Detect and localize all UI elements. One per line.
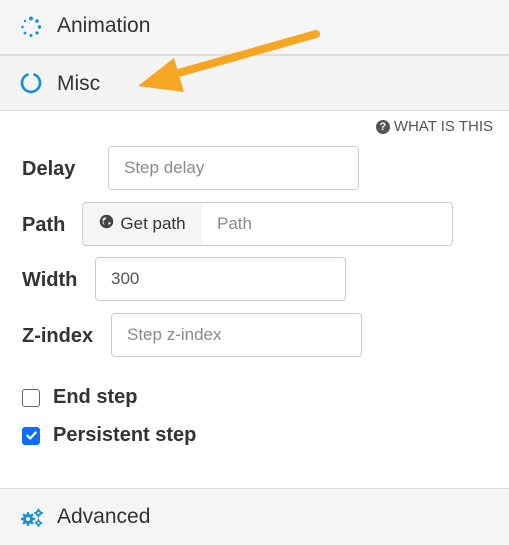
globe-icon xyxy=(99,214,114,234)
end-step-checkbox[interactable] xyxy=(22,388,40,407)
delay-label: Delay xyxy=(22,158,76,180)
get-path-button[interactable]: Get path xyxy=(82,202,203,246)
path-input[interactable] xyxy=(202,202,453,246)
what-is-this-label: WHAT IS THIS xyxy=(393,118,493,135)
circle-notch-icon xyxy=(20,72,42,94)
gears-icon xyxy=(20,508,43,530)
annotation-arrow xyxy=(138,30,320,92)
delay-input[interactable] xyxy=(108,146,359,190)
end-step-label[interactable]: End step xyxy=(53,386,137,409)
checkmark-icon xyxy=(25,431,37,440)
spinner-dots-icon xyxy=(20,16,42,38)
width-label: Width xyxy=(22,269,78,291)
persistent-step-checkbox[interactable] xyxy=(22,426,40,445)
zindex-input[interactable] xyxy=(111,313,362,357)
persistent-step-checkbox-row[interactable]: Persistent step xyxy=(22,424,196,447)
persistent-step-label[interactable]: Persistent step xyxy=(53,424,196,447)
width-input[interactable] xyxy=(95,257,346,301)
end-step-checkbox-row[interactable]: End step xyxy=(22,386,137,409)
question-circle-icon: ? xyxy=(375,119,390,134)
path-label: Path xyxy=(22,214,66,236)
zindex-label: Z-index xyxy=(22,325,94,347)
what-is-this-link[interactable]: ? WHAT IS THIS xyxy=(375,118,493,135)
advanced-section-header[interactable]: Advanced xyxy=(0,488,509,545)
get-path-label: Get path xyxy=(120,214,186,233)
misc-section-label: Misc xyxy=(57,72,101,95)
advanced-section-label: Advanced xyxy=(57,505,151,528)
